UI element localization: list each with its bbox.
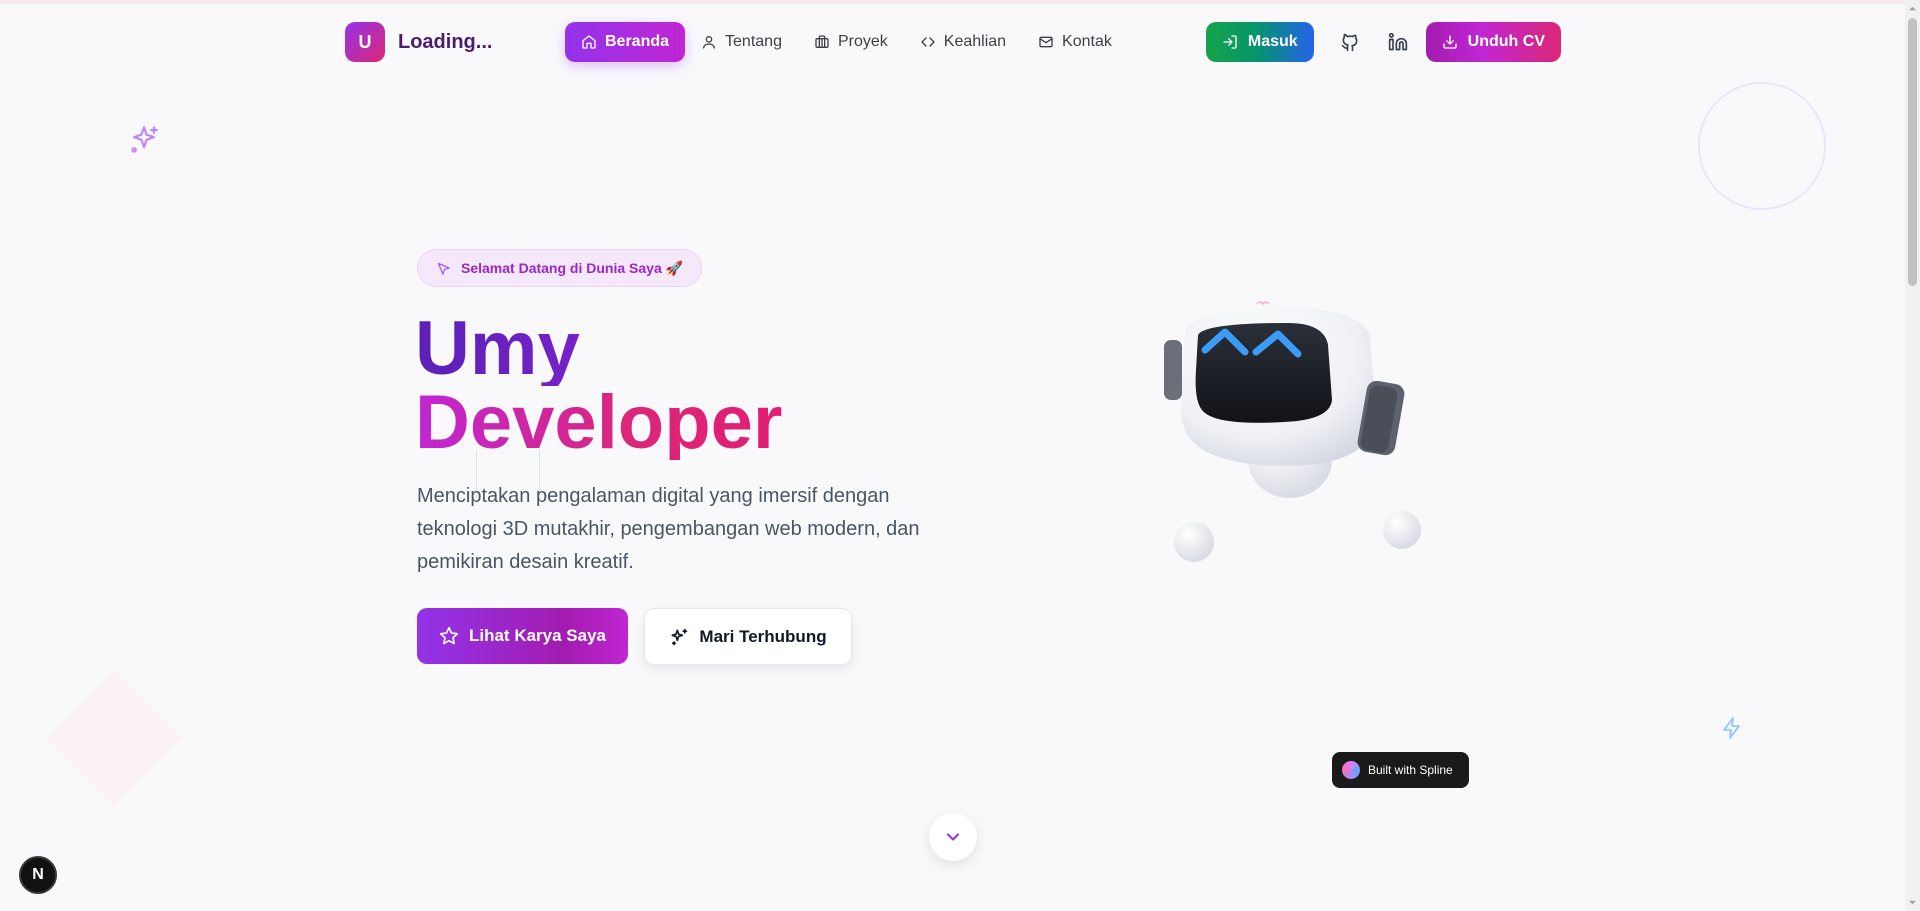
nav-item-kontak[interactable]: Kontak	[1022, 22, 1128, 62]
mail-icon	[1039, 36, 1053, 48]
nav-item-beranda[interactable]: Beranda	[565, 22, 686, 62]
linkedin-button[interactable]	[1374, 22, 1422, 62]
log-in-icon	[1223, 35, 1237, 49]
nav-links: Beranda Tentang Proyek Keahlian Kontak	[565, 22, 1128, 62]
github-icon	[1341, 33, 1358, 52]
scroll-up-arrow-icon[interactable]	[1908, 4, 1917, 13]
cursor-icon	[437, 262, 450, 275]
hero-title-line-2: Developer	[415, 380, 783, 465]
nav-item-proyek[interactable]: Proyek	[798, 22, 904, 62]
briefcase-icon	[815, 35, 829, 48]
login-label: Masuk	[1247, 33, 1298, 50]
download-cv-button[interactable]: Unduh CV	[1425, 22, 1561, 62]
scrollbar-thumb[interactable]	[1908, 18, 1917, 286]
decorative-diamond	[46, 670, 182, 806]
nav-item-label: Tentang	[725, 33, 782, 50]
decorative-circle	[1698, 82, 1826, 210]
nav-actions: Masuk Unduh CV	[1205, 22, 1561, 62]
hero-title: Umy Developer	[415, 311, 783, 465]
sparkles-icon	[671, 628, 688, 645]
spline-badge-text: Built with Spline	[1368, 763, 1453, 777]
welcome-badge: Selamat Datang di Dunia Saya 🚀	[417, 249, 703, 287]
star-icon	[439, 626, 459, 645]
nav-item-tentang[interactable]: Tentang	[685, 22, 798, 62]
linkedin-icon	[1388, 32, 1407, 51]
nav-item-label: Proyek	[837, 33, 888, 50]
hero-title-line-1: Umy	[415, 311, 783, 387]
built-with-spline-badge[interactable]: Built with Spline	[1332, 752, 1469, 788]
navbar: U Loading... Beranda Tentang Proyek Keah…	[345, 22, 1561, 62]
brand[interactable]: U Loading...	[345, 22, 492, 62]
scroll-down-arrow-icon[interactable]	[1908, 898, 1917, 907]
nav-item-label: Kontak	[1062, 33, 1112, 50]
download-cv-label: Unduh CV	[1467, 33, 1545, 50]
nav-item-keahlian[interactable]: Keahlian	[904, 22, 1022, 62]
home-icon	[582, 35, 596, 49]
nav-item-label: Keahlian	[943, 33, 1007, 50]
vertical-scrollbar[interactable]	[1905, 0, 1920, 911]
github-button[interactable]	[1326, 22, 1374, 62]
nav-item-label: Beranda	[605, 33, 670, 50]
welcome-badge-text: Selamat Datang di Dunia Saya 🚀	[461, 259, 684, 276]
top-border	[0, 0, 1920, 5]
brand-logo: U	[345, 22, 385, 62]
robot-3d-illustration[interactable]	[1150, 290, 1430, 580]
zap-icon	[1723, 717, 1740, 739]
nextjs-dev-indicator[interactable]: N	[19, 856, 57, 894]
user-icon	[703, 36, 716, 49]
download-icon	[1443, 35, 1457, 49]
sparkles-icon	[131, 126, 158, 153]
connect-button[interactable]: Mari Terhubung	[644, 608, 852, 665]
view-work-label: Lihat Karya Saya	[468, 626, 606, 645]
spline-logo-icon	[1342, 761, 1360, 779]
hero-description: Menciptakan pengalaman digital yang imer…	[417, 485, 920, 573]
view-work-button[interactable]: Lihat Karya Saya	[417, 608, 628, 664]
connect-label: Mari Terhubung	[699, 626, 827, 646]
brand-title: Loading...	[398, 30, 493, 53]
chevron-down-icon	[946, 833, 960, 841]
code-icon	[921, 37, 935, 47]
scroll-down-button[interactable]	[929, 813, 977, 861]
login-button[interactable]: Masuk	[1205, 22, 1314, 62]
